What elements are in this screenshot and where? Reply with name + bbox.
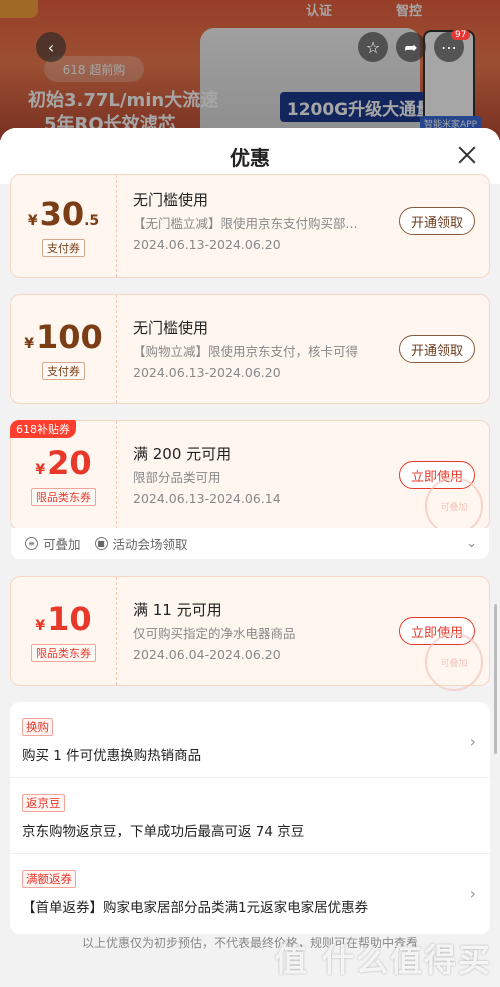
coupon-card: ¥ 10 限品类东券 满 11 元可用 仅可购买指定的净水电器商品 2024.0… xyxy=(10,576,490,691)
modal-backdrop[interactable] xyxy=(0,0,500,140)
close-icon[interactable] xyxy=(454,142,480,168)
claim-button[interactable]: 开通领取 xyxy=(399,335,475,363)
coupon-amount: 30 xyxy=(39,195,85,233)
more-icon: ⋯ xyxy=(441,37,457,57)
currency-symbol: ¥ xyxy=(27,213,38,229)
coupon-validity: 2024.06.13-2024.06.14 xyxy=(133,491,281,506)
stackable-stamp: 可叠加 xyxy=(425,633,483,691)
stackable-label: 可叠加 xyxy=(43,537,81,552)
coupon-value: ¥ 100 支付券 xyxy=(11,295,117,403)
coupon-amount-decimal: .5 xyxy=(84,213,100,229)
event-claim-label: 活动会场领取 xyxy=(112,537,188,552)
benefit-item[interactable]: 换购 购买 1 件可优惠换购热销商品 › xyxy=(10,702,490,778)
claim-button[interactable]: 开通领取 xyxy=(399,207,475,235)
chevron-right-icon: › xyxy=(469,884,476,903)
share-icon: ➦ xyxy=(404,37,418,57)
benefits-list: 换购 购买 1 件可优惠换购热销商品 › 返京豆 京东购物返京豆，下单成功后最高… xyxy=(10,702,490,934)
coupon-validity: 2024.06.13-2024.06.20 xyxy=(133,365,281,380)
coupon-title: 满 200 元可用 xyxy=(133,445,232,463)
event-icon: ■ xyxy=(94,537,108,550)
coupon-amount: 10 xyxy=(47,600,92,638)
benefit-text: 购买 1 件可优惠换购热销商品 xyxy=(22,748,202,764)
coupon-list[interactable]: ¥ 30 .5 支付券 无门槛使用 【无门槛立减】限使用京东支付购买部... 2… xyxy=(0,174,500,987)
coupon-validity: 2024.06.04-2024.06.20 xyxy=(133,647,281,662)
discount-sheet: 优惠 ¥ 30 .5 支付券 无门槛使用 【无门槛立减】限使用京东支付购买部..… xyxy=(0,128,500,987)
coupon-title: 无门槛使用 xyxy=(133,319,209,337)
coupon-type-tag: 限品类东券 xyxy=(31,644,96,662)
watermark-logo: 值 什么值得买 xyxy=(274,941,492,979)
benefit-text: 【首单返券】购家电家居部分品类满1元返家电家居优惠券 xyxy=(22,900,369,916)
chevron-left-icon: ‹ xyxy=(47,37,55,57)
chevron-right-icon: › xyxy=(469,732,476,751)
coupon-footer: ≡ 可叠加 ■ 活动会场领取 ⌄ xyxy=(10,528,490,560)
coupon-title: 无门槛使用 xyxy=(133,191,209,209)
coupon-description: 仅可购买指定的净水电器商品 xyxy=(133,626,296,641)
benefit-text: 京东购物返京豆，下单成功后最高可返 74 京豆 xyxy=(22,824,305,840)
coupon-value: ¥ 10 限品类东券 xyxy=(11,577,117,685)
currency-symbol: ¥ xyxy=(35,618,46,634)
coupon-type-tag: 支付券 xyxy=(42,362,85,380)
stack-icon: ≡ xyxy=(25,537,38,550)
notification-badge: 97 xyxy=(451,30,471,40)
back-button[interactable]: ‹ xyxy=(36,32,66,62)
coupon-title: 满 11 元可用 xyxy=(133,601,222,619)
coupon-amount: 20 xyxy=(47,444,92,482)
chevron-down-icon[interactable]: ⌄ xyxy=(466,536,477,551)
currency-symbol: ¥ xyxy=(24,336,34,352)
coupon-card: 618补贴券 ¥ 20 限品类东券 满 200 元可用 限部分品类可用 2024… xyxy=(10,420,490,535)
benefit-tag: 满额返券 xyxy=(22,870,76,888)
share-button[interactable]: ➦ xyxy=(396,32,426,62)
benefit-tag: 换购 xyxy=(22,718,53,736)
benefit-item[interactable]: 满额返券 【首单返券】购家电家居部分品类满1元返家电家居优惠券 › xyxy=(10,854,490,930)
coupon-card: ¥ 30 .5 支付券 无门槛使用 【无门槛立减】限使用京东支付购买部... 2… xyxy=(10,174,490,278)
coupon-amount: 100 xyxy=(35,318,103,356)
sheet-title: 优惠 xyxy=(230,145,270,170)
stackable-stamp: 可叠加 xyxy=(425,477,483,535)
coupon-type-tag: 限品类东券 xyxy=(31,488,96,506)
favorite-button[interactable]: ☆ xyxy=(358,32,388,62)
coupon-value: ¥ 30 .5 支付券 xyxy=(11,175,117,277)
coupon-type-tag: 支付券 xyxy=(42,239,85,257)
scrollbar[interactable] xyxy=(494,604,497,754)
coupon-value: ¥ 20 限品类东券 xyxy=(11,421,117,529)
benefit-tag: 返京豆 xyxy=(22,794,65,812)
coupon-validity: 2024.06.13-2024.06.20 xyxy=(133,237,281,252)
coupon-description: 【无门槛立减】限使用京东支付购买部... xyxy=(133,216,358,231)
benefit-item: 返京豆 京东购物返京豆，下单成功后最高可返 74 京豆 xyxy=(10,778,490,854)
coupon-description: 限部分品类可用 xyxy=(133,470,221,485)
currency-symbol: ¥ xyxy=(35,462,46,478)
coupon-card: ¥ 100 支付券 无门槛使用 【购物立减】限使用京东支付，核卡可得 2024.… xyxy=(10,294,490,404)
star-icon: ☆ xyxy=(365,37,381,57)
coupon-description: 【购物立减】限使用京东支付，核卡可得 xyxy=(133,344,359,359)
